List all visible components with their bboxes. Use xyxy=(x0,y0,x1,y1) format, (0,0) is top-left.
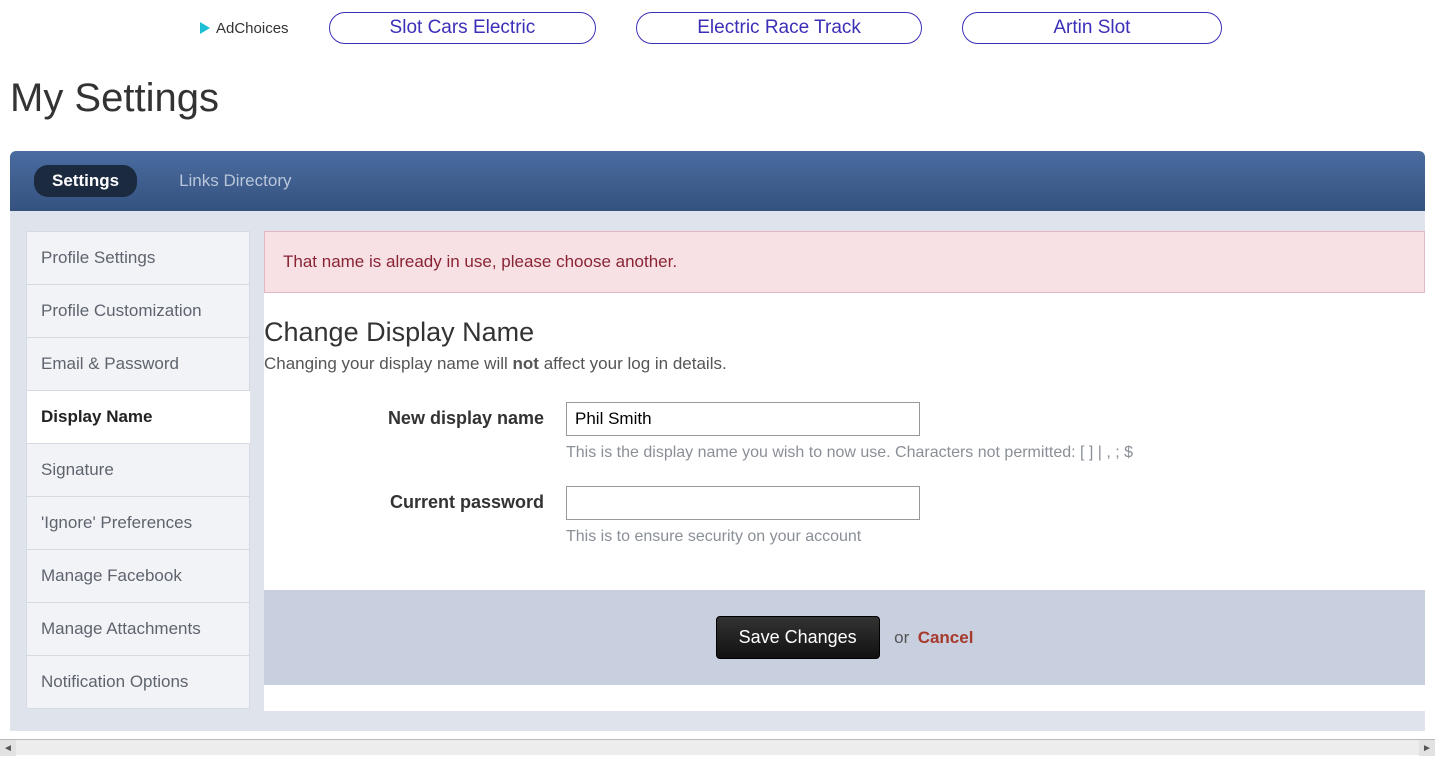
section-desc-prefix: Changing your display name will xyxy=(264,354,513,373)
ad-row: AdChoices Slot Cars Electric Electric Ra… xyxy=(0,0,1435,56)
tabs-bar: Settings Links Directory xyxy=(10,151,1425,211)
cancel-link[interactable]: Cancel xyxy=(918,628,974,647)
adchoices-icon xyxy=(200,22,210,34)
error-message: That name is already in use, please choo… xyxy=(264,231,1425,293)
adchoices-label: AdChoices xyxy=(216,20,289,37)
ad-pill-3[interactable]: Artin Slot xyxy=(962,12,1222,44)
settings-body: Profile Settings Profile Customization E… xyxy=(10,211,1425,731)
password-input[interactable] xyxy=(566,486,920,520)
scroll-right-icon[interactable]: ► xyxy=(1419,740,1435,756)
sidebar: Profile Settings Profile Customization E… xyxy=(26,231,250,708)
ad-pill-2[interactable]: Electric Race Track xyxy=(636,12,922,44)
sidebar-item-profile-settings[interactable]: Profile Settings xyxy=(26,231,250,285)
content-panel: That name is already in use, please choo… xyxy=(264,231,1425,711)
sidebar-item-display-name[interactable]: Display Name xyxy=(26,390,250,444)
new-name-label: New display name xyxy=(264,402,544,429)
section-desc-suffix: affect your log in details. xyxy=(539,354,727,373)
page-title: My Settings xyxy=(10,76,1435,121)
tab-links-directory[interactable]: Links Directory xyxy=(161,165,309,197)
sidebar-item-manage-facebook[interactable]: Manage Facebook xyxy=(26,549,250,603)
section-desc-bold: not xyxy=(513,354,539,373)
button-bar: Save Changes or Cancel xyxy=(264,590,1425,685)
save-button[interactable]: Save Changes xyxy=(716,616,880,659)
tab-settings[interactable]: Settings xyxy=(34,165,137,197)
sidebar-item-notification-options[interactable]: Notification Options xyxy=(26,655,250,709)
form-row-new-name: New display name This is the display nam… xyxy=(264,402,1425,462)
section-desc: Changing your display name will not affe… xyxy=(264,354,1425,374)
scroll-left-icon[interactable]: ◄ xyxy=(0,740,16,756)
adchoices[interactable]: AdChoices xyxy=(200,20,289,37)
sidebar-item-manage-attachments[interactable]: Manage Attachments xyxy=(26,602,250,656)
ad-pill-1[interactable]: Slot Cars Electric xyxy=(329,12,597,44)
new-name-input[interactable] xyxy=(566,402,920,436)
section-title: Change Display Name xyxy=(264,317,1425,348)
new-name-help: This is the display name you wish to now… xyxy=(566,444,1425,462)
or-text: or xyxy=(894,628,909,647)
sidebar-item-ignore-preferences[interactable]: 'Ignore' Preferences xyxy=(26,496,250,550)
horizontal-scrollbar[interactable]: ◄ ► xyxy=(0,739,1435,755)
sidebar-item-profile-customization[interactable]: Profile Customization xyxy=(26,284,250,338)
form-row-password: Current password This is to ensure secur… xyxy=(264,486,1425,546)
sidebar-item-email-password[interactable]: Email & Password xyxy=(26,337,250,391)
password-label: Current password xyxy=(264,486,544,513)
password-help: This is to ensure security on your accou… xyxy=(566,528,1425,546)
sidebar-item-signature[interactable]: Signature xyxy=(26,443,250,497)
